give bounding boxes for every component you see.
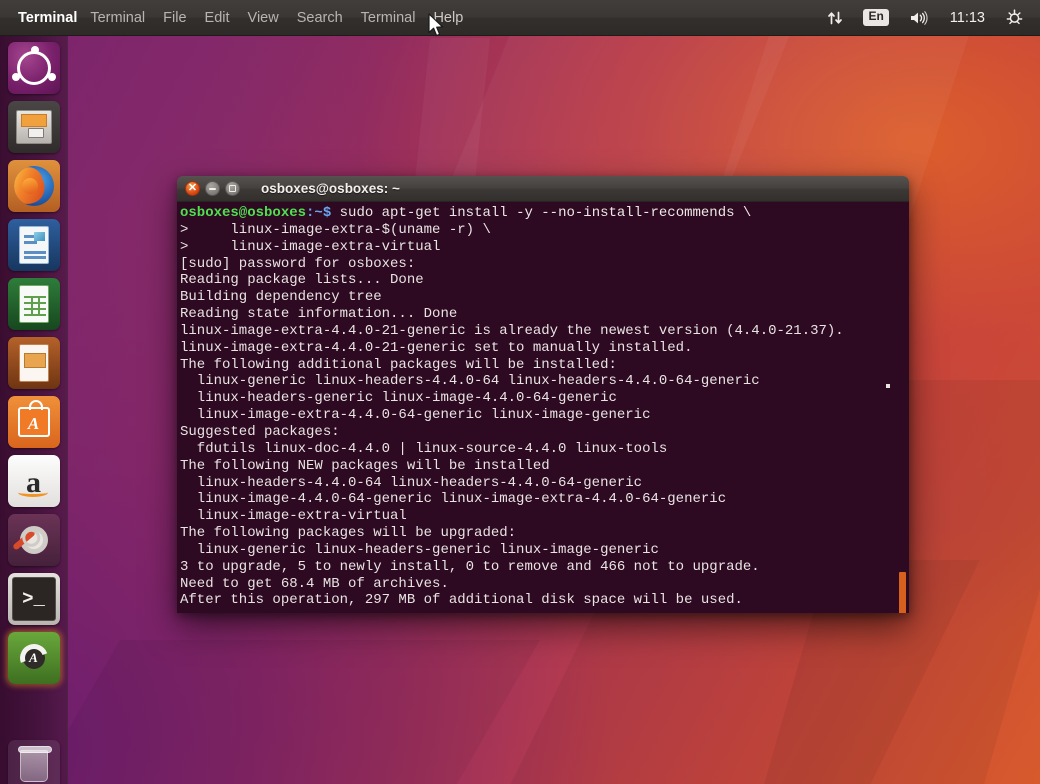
menu-terminal[interactable]: Terminal (352, 0, 425, 35)
terminal-output-line: The following packages will be upgraded: (180, 525, 909, 542)
wallpaper-facet (16, 640, 540, 784)
terminal-output-line: 3 to upgrade, 5 to newly install, 0 to r… (180, 559, 909, 576)
terminal-output-line: Reading package lists... Done (180, 272, 909, 289)
terminal-output-line: linux-headers-4.4.0-64 linux-headers-4.4… (180, 475, 909, 492)
menu-file[interactable]: File (154, 0, 195, 35)
menu-view[interactable]: View (239, 0, 288, 35)
firefox-icon (14, 166, 54, 206)
terminal-output-line: > linux-image-extra-$(uname -r) \ (180, 222, 909, 239)
terminal-output-line: linux-generic linux-headers-4.4.0-64 lin… (180, 373, 909, 390)
menu-terminal-primary[interactable]: Terminal (81, 0, 154, 35)
close-window-button[interactable]: ✕ (185, 181, 200, 196)
terminal-prompt-user-host: osboxes@osboxes (180, 205, 306, 221)
power-gear-icon[interactable] (997, 0, 1032, 35)
top-panel: Terminal Terminal File Edit View Search … (0, 0, 1040, 36)
terminal-output-line: The following NEW packages will be insta… (180, 458, 909, 475)
terminal-output-line: fdutils linux-doc-4.4.0 | linux-source-4… (180, 441, 909, 458)
terminal-output-line: linux-image-extra-4.4.0-21-generic set t… (180, 340, 909, 357)
keyboard-layout-indicator[interactable]: En (854, 0, 897, 35)
keyboard-layout-label: En (863, 9, 888, 26)
launcher-item-libreoffice-calc[interactable] (8, 278, 60, 330)
document-icon (19, 226, 49, 264)
gear-wrench-icon (20, 526, 48, 554)
terminal-output-line: Suggested packages: (180, 424, 909, 441)
minimize-window-button[interactable] (205, 181, 220, 196)
terminal-icon: >_ (12, 577, 56, 621)
terminal-cursor (886, 384, 890, 388)
maximize-window-button[interactable] (225, 181, 240, 196)
launcher-item-libreoffice-writer[interactable] (8, 219, 60, 271)
terminal-output-line: Need to get 68.4 MB of archives. (180, 576, 909, 593)
terminal-output-line: Building dependency tree (180, 289, 909, 306)
launcher-item-ubuntu-dash[interactable] (8, 42, 60, 94)
terminal-output-line: linux-headers-generic linux-image-4.4.0-… (180, 390, 909, 407)
terminal-window[interactable]: ✕ osboxes@osboxes: ~ osboxes@osboxes:~$ … (177, 176, 909, 613)
terminal-output-line: linux-image-extra-virtual (180, 508, 909, 525)
terminal-titlebar[interactable]: ✕ osboxes@osboxes: ~ (177, 176, 909, 202)
panel-app-name: Terminal (12, 0, 81, 35)
terminal-prompt-sigil: :~$ (306, 205, 331, 221)
terminal-output-line: The following additional packages will b… (180, 357, 909, 374)
launcher-item-amazon[interactable]: a (8, 455, 60, 507)
terminal-output-line: linux-image-extra-4.4.0-64-generic linux… (180, 407, 909, 424)
terminal-output-line: > linux-image-extra-virtual (180, 239, 909, 256)
terminal-scrollbar[interactable] (899, 572, 906, 613)
ubuntu-logo-icon (17, 51, 51, 85)
terminal-output-line: linux-image-extra-4.4.0-21-generic is al… (180, 323, 909, 340)
launcher-item-terminal[interactable]: >_ (8, 573, 60, 625)
network-updown-icon[interactable] (818, 0, 852, 35)
terminal-output: osboxes@osboxes:~$ sudo apt-get install … (179, 205, 909, 609)
trash-bin-icon (20, 750, 48, 782)
spreadsheet-icon (19, 285, 49, 323)
terminal-output-line: After this operation, 297 MB of addition… (180, 592, 909, 609)
menu-help[interactable]: Help (424, 0, 472, 35)
panel-menu-bar: Terminal Terminal File Edit View Search … (0, 0, 472, 35)
terminal-window-title: osboxes@osboxes: ~ (245, 181, 901, 196)
terminal-output-line: linux-generic linux-headers-generic linu… (180, 542, 909, 559)
software-bag-icon: A (18, 407, 50, 437)
launcher-item-firefox[interactable] (8, 160, 60, 212)
menu-edit[interactable]: Edit (196, 0, 239, 35)
file-cabinet-icon (16, 110, 52, 144)
launcher-item-ubuntu-software[interactable]: A (8, 396, 60, 448)
menu-search[interactable]: Search (288, 0, 352, 35)
launcher-item-files[interactable] (8, 101, 60, 153)
launcher-item-trash[interactable] (8, 740, 60, 784)
unity-launcher: A a >_ A (0, 36, 68, 784)
launcher-item-system-settings[interactable] (8, 514, 60, 566)
terminal-body[interactable]: osboxes@osboxes:~$ sudo apt-get install … (177, 202, 909, 613)
clock-indicator[interactable]: 11:13 (940, 10, 995, 26)
launcher-item-libreoffice-impress[interactable] (8, 337, 60, 389)
volume-icon[interactable] (900, 0, 938, 35)
terminal-prompt-line: osboxes@osboxes:~$ sudo apt-get install … (180, 205, 909, 222)
panel-indicator-area: En 11:13 (818, 0, 1040, 35)
terminal-output-line: linux-image-4.4.0-64-generic linux-image… (180, 491, 909, 508)
terminal-output-line: [sudo] password for osboxes: (180, 256, 909, 273)
software-updater-icon: A (16, 640, 52, 676)
terminal-output-line: Reading state information... Done (180, 306, 909, 323)
launcher-item-software-updater[interactable]: A (8, 632, 60, 684)
presentation-icon (19, 344, 49, 382)
terminal-command-text: sudo apt-get install -y --no-install-rec… (331, 205, 751, 221)
